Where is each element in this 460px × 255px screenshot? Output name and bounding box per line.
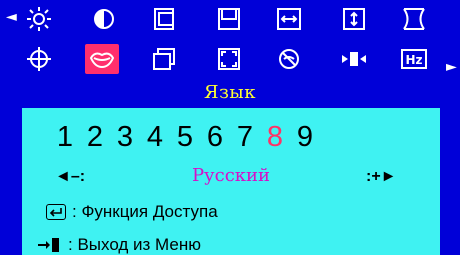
v-size-icon[interactable] — [337, 4, 371, 34]
language-number[interactable]: 9 — [290, 118, 320, 156]
language-icon[interactable] — [85, 44, 119, 74]
pincushion-icon[interactable] — [397, 4, 431, 34]
v-position-icon[interactable] — [212, 4, 246, 34]
language-number[interactable]: 1 — [50, 118, 80, 156]
svg-text:Hz: Hz — [405, 53, 422, 67]
enter-key-icon — [46, 204, 66, 220]
moire-icon[interactable] — [337, 44, 371, 74]
rotation-icon[interactable] — [22, 44, 56, 74]
display-mode-icon[interactable] — [147, 44, 181, 74]
hz-icon[interactable]: Hz — [397, 44, 431, 74]
language-number[interactable]: 4 — [140, 118, 170, 156]
language-number[interactable]: 5 — [170, 118, 200, 156]
language-number-active[interactable]: 8 — [260, 118, 290, 156]
degauss-icon[interactable] — [272, 44, 306, 74]
left-arrow-icon[interactable]: ◄ — [6, 10, 17, 24]
exit-icon — [38, 238, 59, 252]
language-number[interactable]: 3 — [110, 118, 140, 156]
language-number[interactable]: 6 — [200, 118, 230, 156]
brightness-icon[interactable] — [22, 4, 56, 34]
language-number[interactable]: 7 — [230, 118, 260, 156]
exit-row: : Выход из Меню — [36, 235, 201, 255]
h-position-icon[interactable] — [147, 4, 181, 34]
function-row: : Функция Доступа — [46, 202, 218, 222]
language-number[interactable]: 2 — [80, 118, 110, 156]
language-panel: 1 2 3 4 5 6 7 8 9 ◄–: Русский :+► : Функ… — [22, 108, 440, 255]
exit-label: : Выход из Меню — [68, 235, 201, 254]
increase-label[interactable]: :+► — [366, 168, 397, 186]
zoom-icon[interactable] — [212, 44, 246, 74]
h-size-icon[interactable] — [272, 4, 306, 34]
right-arrow-icon[interactable]: ► — [446, 60, 457, 74]
contrast-icon[interactable] — [87, 4, 121, 34]
section-title: Язык — [204, 82, 256, 103]
function-label: : Функция Доступа — [72, 202, 218, 221]
language-number-list: 1 2 3 4 5 6 7 8 9 — [50, 118, 320, 156]
osd-menu: ◄ ► Hz Язык 1 2 3 4 5 6 7 8 9 ◄–: Русски… — [0, 0, 460, 255]
